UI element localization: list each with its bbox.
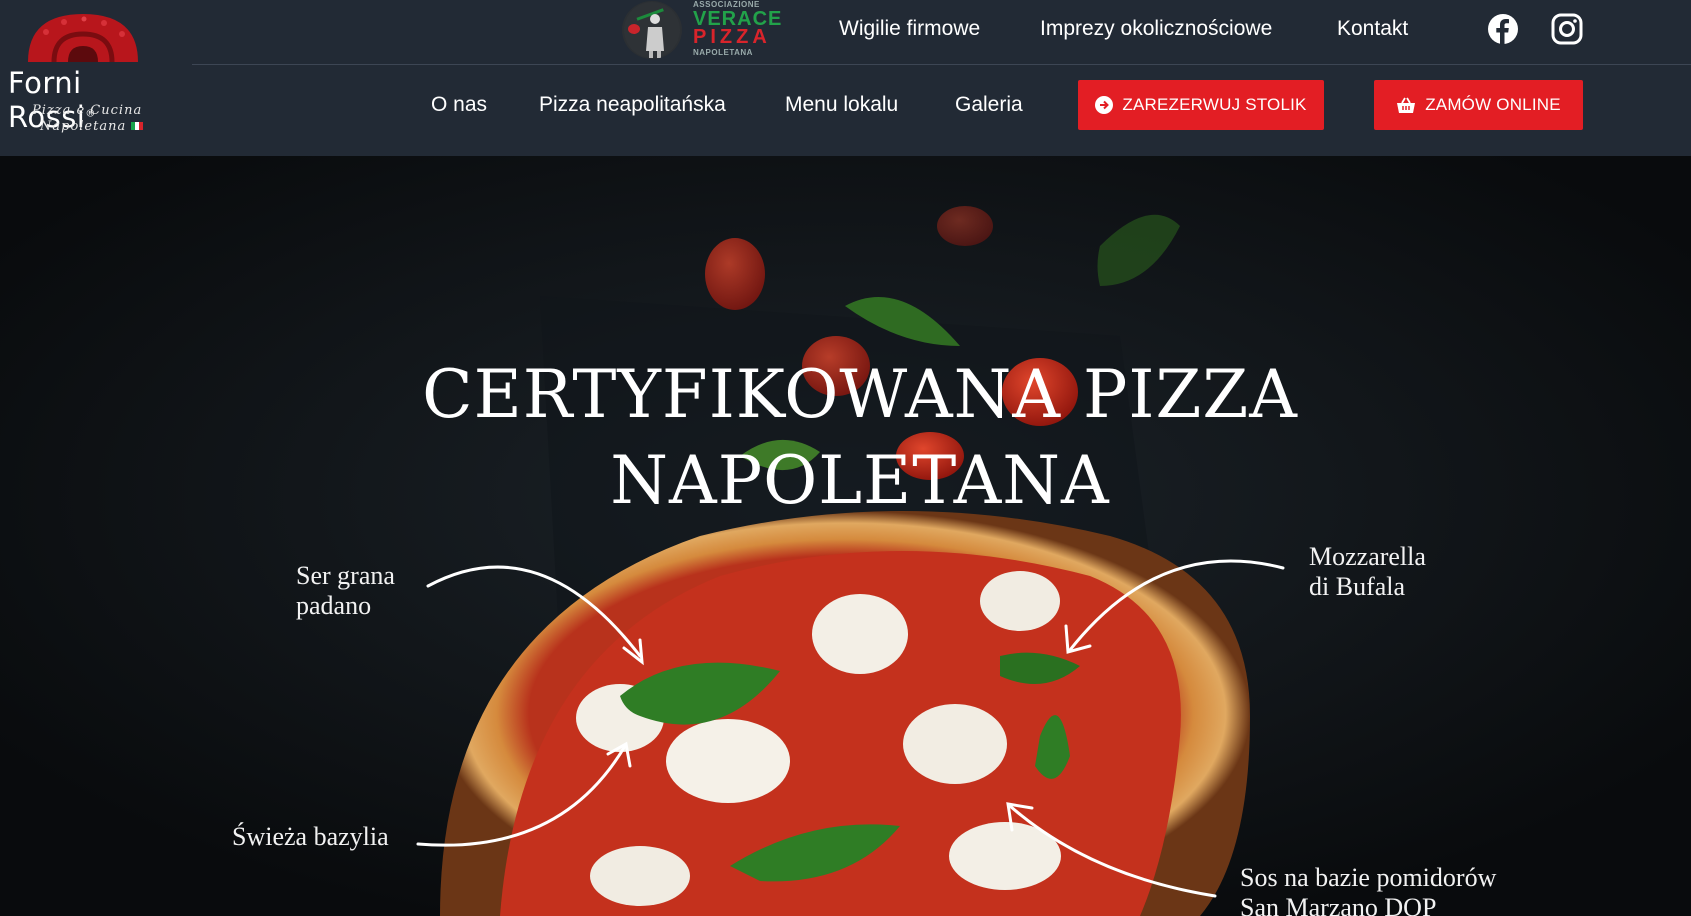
forni-rossi-logo[interactable]: Forni Rossi® Pizza e Cucina Napoletana (0, 0, 190, 156)
site-header: Forni Rossi® Pizza e Cucina Napoletana A… (0, 0, 1691, 156)
label-sos-san-marzano: Sos na bazie pomidorów San Marzano DOP (1240, 863, 1497, 916)
logo-tagline: Pizza e Cucina (32, 103, 143, 118)
hero-section: CERTYFIKOWANA PIZZA NAPOLETANA Ser grana… (0, 156, 1691, 916)
order-online-label: ZAMÓW ONLINE (1425, 95, 1561, 114)
nav-menu-lokalu[interactable]: Menu lokalu (785, 93, 898, 117)
basket-icon (1396, 97, 1416, 114)
nav-pizza-neapolitanska[interactable]: Pizza neapolitańska (539, 93, 726, 117)
instagram-icon[interactable] (1551, 13, 1583, 45)
facebook-icon[interactable] (1487, 13, 1519, 45)
oven-logo-icon (28, 14, 138, 63)
label-mozzarella-di-bufala: Mozzarella di Bufala (1309, 542, 1426, 601)
label-ser-grana-padano: Ser grana padano (296, 561, 395, 620)
nav-galeria[interactable]: Galeria (955, 93, 1023, 117)
avpn-certification-badge[interactable]: ASSOCIAZIONE VERACE PIZZA NAPOLETANA (622, 0, 781, 62)
nav-o-nas[interactable]: O nas (431, 93, 487, 117)
italian-flag-icon (131, 122, 144, 130)
pizzaiolo-icon (622, 1, 682, 59)
reserve-table-label: ZAREZERWUJ STOLIK (1122, 95, 1307, 114)
nav-wigilie-firmowe[interactable]: Wigilie firmowe (839, 17, 980, 41)
header-divider (192, 64, 1691, 65)
hero-title-line2: NAPOLETANA (610, 442, 1110, 519)
nav-imprezy-okolicznosciowe[interactable]: Imprezy okolicznościowe (1040, 17, 1272, 41)
label-swieza-bazylia: Świeża bazylia (232, 822, 389, 851)
reserve-table-button[interactable]: ZAREZERWUJ STOLIK (1078, 80, 1324, 130)
pizza-hero-image (0, 156, 1691, 916)
arrow-circle-icon (1095, 96, 1114, 114)
avpn-line4: NAPOLETANA (693, 48, 753, 57)
logo-tagline-2: Napoletana (40, 119, 180, 134)
nav-kontakt[interactable]: Kontakt (1337, 17, 1408, 41)
order-online-button[interactable]: ZAMÓW ONLINE (1374, 80, 1583, 130)
hero-title-line1: CERTYFIKOWANA PIZZA (422, 356, 1298, 433)
avpn-line3: PIZZA (693, 26, 771, 48)
